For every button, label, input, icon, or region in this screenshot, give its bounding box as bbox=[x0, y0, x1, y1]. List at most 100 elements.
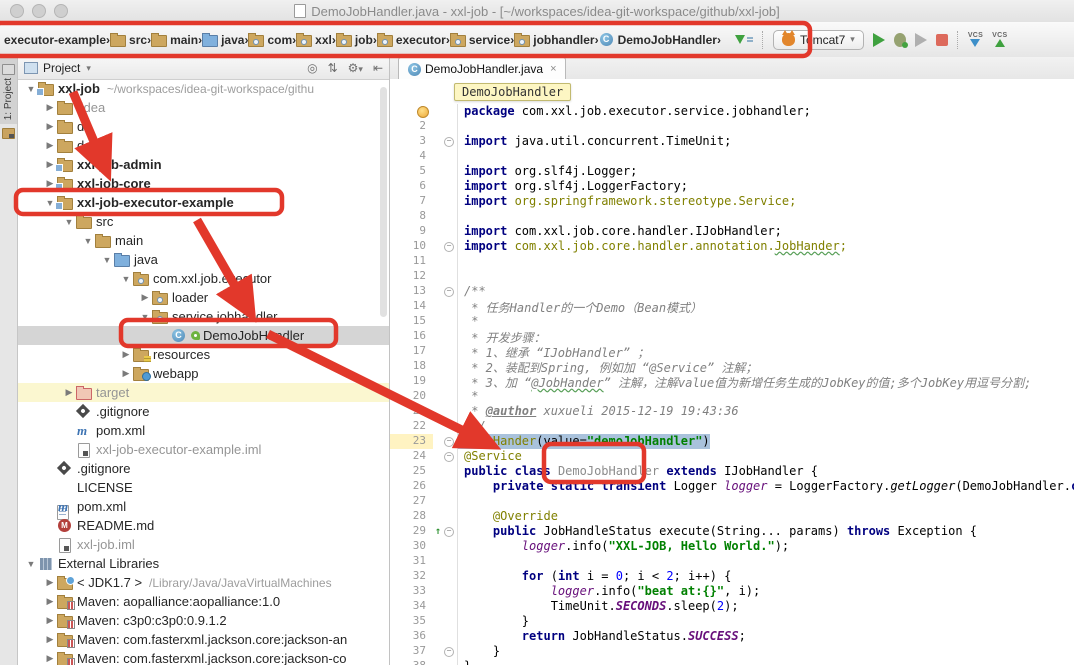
tree-item-target[interactable]: ▶target bbox=[18, 383, 389, 402]
code-line-7[interactable]: 7import org.springframework.stereotype.S… bbox=[390, 194, 1074, 209]
tree-expand-icon[interactable]: ▶ bbox=[119, 368, 133, 379]
code-line-17[interactable]: 17 * 1、继承 “IJobHandler” ； bbox=[390, 344, 1074, 359]
tree-item-Maven-com.fasterxml.jackson.core-jackson-co[interactable]: ▶Maven: com.fasterxml.jackson.core:jacks… bbox=[18, 649, 389, 665]
code-line-18[interactable]: 18 * 2、装配到Spring, 例如加 “@Service” 注解； bbox=[390, 359, 1074, 374]
code-line-23[interactable]: 23−@JobHander(value="demoJobHandler") bbox=[390, 434, 1074, 449]
tree-item-.gitignore[interactable]: .gitignore bbox=[18, 402, 389, 421]
code-line-5[interactable]: 5import org.slf4j.Logger; bbox=[390, 164, 1074, 179]
tree-expand-icon[interactable]: ▶ bbox=[43, 121, 57, 132]
tree-expand-icon[interactable]: ▶ bbox=[43, 615, 57, 626]
code-line-31[interactable]: 31 bbox=[390, 554, 1074, 569]
coverage-button[interactable] bbox=[915, 33, 927, 47]
code-line-24[interactable]: 24−@Service bbox=[390, 449, 1074, 464]
code-line-10[interactable]: 10−import com.xxl.job.core.handler.annot… bbox=[390, 239, 1074, 254]
tree-expand-icon[interactable]: ▼ bbox=[100, 255, 114, 265]
tree-item-pom.xml[interactable]: mpom.xml bbox=[18, 421, 389, 440]
code-line-13[interactable]: 13−/** bbox=[390, 284, 1074, 299]
code-line-37[interactable]: 37− } bbox=[390, 644, 1074, 659]
fold-icon[interactable]: − bbox=[444, 452, 454, 462]
tree-item-Maven-aopalliance-aopalliance-1.0[interactable]: ▶Maven: aopalliance:aopalliance:1.0 bbox=[18, 592, 389, 611]
tree-expand-icon[interactable]: ▶ bbox=[43, 577, 57, 588]
breadcrumb-item-com[interactable]: com bbox=[248, 32, 292, 47]
tree-item-main[interactable]: ▼main bbox=[18, 231, 389, 250]
tree-item-doc[interactable]: ▶doc bbox=[18, 136, 389, 155]
code-line-29[interactable]: 29−↑ public JobHandleStatus execute(Stri… bbox=[390, 524, 1074, 539]
code-line-14[interactable]: 14 * 任务Handler的一个Demo（Bean模式） bbox=[390, 299, 1074, 314]
tree-expand-icon[interactable]: ▶ bbox=[43, 596, 57, 607]
tree-item-LICENSE[interactable]: LICENSE bbox=[18, 478, 389, 497]
fold-icon[interactable]: − bbox=[444, 527, 454, 537]
tree-expand-icon[interactable]: ▶ bbox=[43, 653, 57, 664]
code-line-6[interactable]: 6import org.slf4j.LoggerFactory; bbox=[390, 179, 1074, 194]
settings-gear-icon[interactable]: ⚙▾ bbox=[348, 61, 363, 75]
tree-item-java[interactable]: ▼java bbox=[18, 250, 389, 269]
code-line-8[interactable]: 8 bbox=[390, 209, 1074, 224]
breadcrumb-item-service[interactable]: service bbox=[450, 32, 510, 47]
tree-expand-icon[interactable]: ▶ bbox=[138, 292, 152, 303]
breadcrumb-item-executor-example[interactable]: executor-example bbox=[4, 33, 106, 47]
run-button[interactable] bbox=[873, 33, 885, 47]
code-line-21[interactable]: 21 * @author xuxueli 2015-12-19 19:43:36 bbox=[390, 404, 1074, 419]
code-line-27[interactable]: 27 bbox=[390, 494, 1074, 509]
editor-tab[interactable]: C DemoJobHandler.java × bbox=[398, 57, 566, 79]
tree-expand-icon[interactable]: ▼ bbox=[81, 236, 95, 246]
breadcrumb-item-xxl[interactable]: xxl bbox=[296, 32, 332, 47]
code-line-32[interactable]: 32 for (int i = 0; i < 2; i++) { bbox=[390, 569, 1074, 584]
code-line-34[interactable]: 34 TimeUnit.SECONDS.sleep(2); bbox=[390, 599, 1074, 614]
breadcrumb-item-DemoJobHandler[interactable]: CDemoJobHandler bbox=[599, 32, 717, 47]
chevron-down-icon[interactable]: ▾ bbox=[86, 63, 91, 74]
vcs-commit-button[interactable]: VCS bbox=[992, 32, 1007, 47]
tree-item-xxl-job-core[interactable]: ▶xxl-job-core bbox=[18, 174, 389, 193]
run-configuration-select[interactable]: Tomcat7 ▾ bbox=[773, 30, 864, 50]
code-line-25[interactable]: 25public class DemoJobHandler extends IJ… bbox=[390, 464, 1074, 479]
tree-item-resources[interactable]: ▶resources bbox=[18, 345, 389, 364]
breadcrumb-item-src[interactable]: src bbox=[110, 32, 147, 47]
code-line-26[interactable]: 26 private static transient Logger logge… bbox=[390, 479, 1074, 494]
tree-item--JDK1.7-[interactable]: ▶< JDK1.7 >/Library/Java/JavaVirtualMach… bbox=[18, 573, 389, 592]
tree-expand-icon[interactable]: ▶ bbox=[43, 102, 57, 113]
tree-item-db[interactable]: ▶db bbox=[18, 117, 389, 136]
code-line-22[interactable]: 22 */ bbox=[390, 419, 1074, 434]
tree-item-DemoJobHandler[interactable]: CDemoJobHandler bbox=[18, 326, 389, 345]
tree-item-.gitignore[interactable]: .gitignore bbox=[18, 459, 389, 478]
fold-icon[interactable]: − bbox=[444, 137, 454, 147]
code-line-19[interactable]: 19 * 3、加 “@JobHander” 注解，注解value值为新增任务生成… bbox=[390, 374, 1074, 389]
code-line-35[interactable]: 35 } bbox=[390, 614, 1074, 629]
code-line-15[interactable]: 15 * bbox=[390, 314, 1074, 329]
breadcrumb-item-main[interactable]: main bbox=[151, 32, 198, 47]
tree-expand-icon[interactable]: ▶ bbox=[119, 349, 133, 360]
tree-expand-icon[interactable]: ▶ bbox=[43, 140, 57, 151]
breadcrumb-item-jobhandler[interactable]: jobhandler bbox=[514, 32, 594, 47]
tree-item-src[interactable]: ▼src bbox=[18, 212, 389, 231]
tree-item-Maven-com.fasterxml.jackson.core-jackson-an[interactable]: ▶Maven: com.fasterxml.jackson.core:jacks… bbox=[18, 630, 389, 649]
tree-expand-icon[interactable]: ▶ bbox=[43, 634, 57, 645]
tree-expand-icon[interactable]: ▼ bbox=[119, 274, 133, 284]
stop-button[interactable] bbox=[936, 34, 948, 46]
overrides-method-icon[interactable]: ↑ bbox=[435, 526, 441, 537]
breadcrumb-item-executor[interactable]: executor bbox=[377, 32, 446, 47]
tree-item-README.md[interactable]: MREADME.md bbox=[18, 516, 389, 535]
close-tab-icon[interactable]: × bbox=[550, 63, 556, 75]
tree-item-loader[interactable]: ▶loader bbox=[18, 288, 389, 307]
vcs-update-button[interactable]: VCS bbox=[968, 32, 983, 47]
tree-item-webapp[interactable]: ▶webapp bbox=[18, 364, 389, 383]
tree-item-service.jobhandler[interactable]: ▼service.jobhandler bbox=[18, 307, 389, 326]
code-line-11[interactable]: 11 bbox=[390, 254, 1074, 269]
code-line-30[interactable]: 30 logger.info("XXL-JOB, Hello World."); bbox=[390, 539, 1074, 554]
code-line-36[interactable]: 36 return JobHandleStatus.SUCCESS; bbox=[390, 629, 1074, 644]
code-line-38[interactable]: 38} bbox=[390, 659, 1074, 665]
code-area[interactable]: DemoJobHandler 1package com.xxl.job.exec… bbox=[390, 79, 1074, 665]
collapse-panel-icon[interactable]: ⇤ bbox=[373, 61, 383, 75]
code-line-33[interactable]: 33 logger.info("beat at:{}", i); bbox=[390, 584, 1074, 599]
code-line-28[interactable]: 28 @Override bbox=[390, 509, 1074, 524]
tree-expand-icon[interactable]: ▼ bbox=[24, 559, 38, 569]
tree-expand-icon[interactable]: ▶ bbox=[62, 387, 76, 398]
fold-icon[interactable]: − bbox=[444, 437, 454, 447]
tree-item-xxl-job.iml[interactable]: xxl-job.iml bbox=[18, 535, 389, 554]
locate-icon[interactable]: ◎ bbox=[307, 61, 317, 75]
intention-bulb-icon[interactable] bbox=[417, 106, 429, 118]
tree-item-.idea[interactable]: ▶.idea bbox=[18, 98, 389, 117]
code-line-16[interactable]: 16 * 开发步骤： bbox=[390, 329, 1074, 344]
code-line-9[interactable]: 9import com.xxl.job.core.handler.IJobHan… bbox=[390, 224, 1074, 239]
breadcrumb-item-java[interactable]: java bbox=[202, 32, 244, 47]
